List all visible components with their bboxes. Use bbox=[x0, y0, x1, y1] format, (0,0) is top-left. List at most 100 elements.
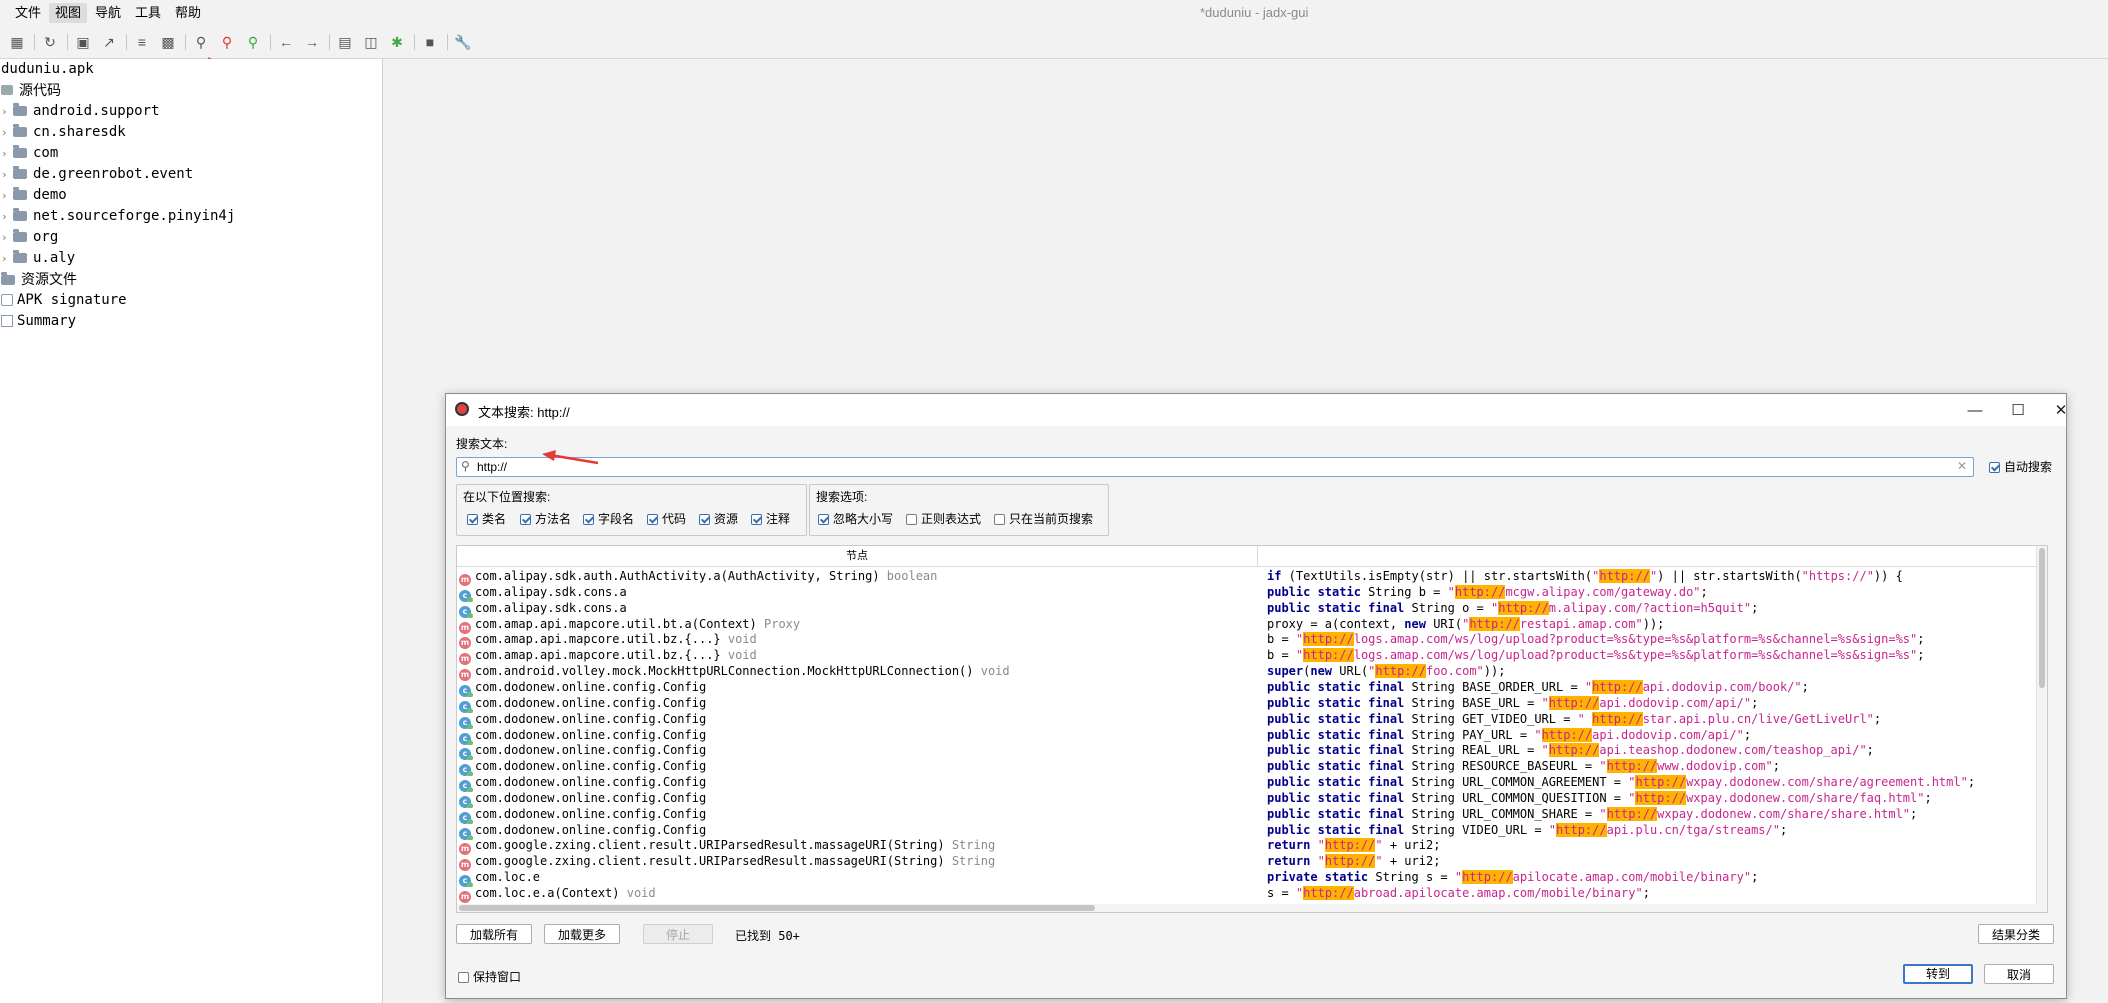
tree-resources-node[interactable]: 资源文件 bbox=[1, 269, 77, 289]
tree-item-label: u.aly bbox=[33, 250, 76, 266]
console-icon[interactable]: ■ bbox=[419, 32, 441, 52]
match-highlight: http:// bbox=[1498, 600, 1549, 615]
minimize-icon[interactable]: — bbox=[1958, 398, 1992, 422]
result-node-name: com.alipay.sdk.cons.a bbox=[475, 600, 627, 615]
stop-button[interactable]: 停止 bbox=[643, 924, 713, 944]
result-row[interactable]: c com.dodonew.online.config.Config public … bbox=[457, 695, 2037, 713]
option-code[interactable]: 代码 bbox=[647, 510, 686, 527]
group-results-button[interactable]: 结果分类 bbox=[1978, 924, 2054, 944]
auto-search-checkbox[interactable]: 自动搜索 bbox=[1989, 458, 2052, 475]
menu-view[interactable]: 视图 bbox=[49, 3, 88, 23]
tree-summary[interactable]: Summary bbox=[1, 311, 76, 331]
keep-window-checkbox[interactable]: 保持窗口 bbox=[458, 968, 521, 985]
deobfuscate-icon[interactable]: ▤ bbox=[334, 32, 356, 52]
result-row[interactable]: c com.loc.e private static String s = "htt… bbox=[457, 869, 2037, 888]
option-regex[interactable]: 正则表达式 bbox=[906, 510, 981, 527]
result-row[interactable]: c com.alipay.sdk.cons.a public static Stri… bbox=[457, 584, 2037, 602]
tree-apk-signature[interactable]: APK signature bbox=[1, 290, 127, 310]
tree-item-package[interactable]: › com bbox=[1, 143, 58, 163]
option-method-names[interactable]: 方法名 bbox=[520, 510, 571, 527]
result-row[interactable]: c com.dodonew.online.config.Config public … bbox=[457, 742, 2037, 761]
search-icon[interactable]: ⚲ bbox=[190, 32, 212, 52]
search-input[interactable] bbox=[477, 459, 1947, 475]
scrollbar-thumb[interactable] bbox=[2039, 548, 2045, 688]
load-all-button[interactable]: 加载所有 bbox=[456, 924, 532, 944]
column-header-node[interactable]: 节点 bbox=[457, 546, 1258, 566]
option-current-page-only[interactable]: 只在当前页搜索 bbox=[994, 510, 1093, 527]
match-highlight: http:// bbox=[1541, 727, 1593, 742]
match-highlight: http:// bbox=[1469, 616, 1520, 631]
menu-navigate[interactable]: 导航 bbox=[89, 3, 127, 23]
match-highlight: http:// bbox=[1635, 775, 1687, 790]
option-label: 类名 bbox=[482, 512, 507, 526]
tree-source-node[interactable]: 源代码 bbox=[1, 80, 61, 100]
result-row[interactable]: m com.google.zxing.client.result.URIParse… bbox=[457, 837, 2037, 856]
option-ignore-case[interactable]: 忽略大小写 bbox=[818, 510, 893, 527]
result-node-name: com.dodonew.online.config.Config bbox=[475, 727, 707, 742]
find-class-icon[interactable]: ⚲ bbox=[216, 32, 238, 52]
maximize-icon[interactable]: ☐ bbox=[2001, 398, 2035, 422]
folder-icon bbox=[13, 124, 27, 137]
result-row[interactable]: m com.android.volley.mock.MockHttpURLConn… bbox=[457, 663, 2037, 682]
code-token: public static bbox=[1267, 584, 1369, 599]
debug-icon[interactable]: ✱ bbox=[386, 32, 408, 52]
code-token: public static final bbox=[1267, 600, 1412, 615]
close-icon[interactable]: ✕ bbox=[2044, 398, 2078, 422]
tree-item-package[interactable]: › de.greenrobot.event bbox=[1, 164, 193, 184]
forward-icon[interactable]: → bbox=[301, 32, 323, 52]
save-icon[interactable]: ▣ bbox=[72, 32, 94, 52]
code-token: String b = bbox=[1368, 584, 1448, 599]
result-row[interactable]: c com.dodonew.online.config.Config public … bbox=[457, 806, 2037, 824]
export-icon[interactable]: ↗ bbox=[98, 32, 120, 52]
option-comments[interactable]: 注释 bbox=[751, 510, 790, 527]
result-row[interactable]: c com.dodonew.online.config.Config public … bbox=[457, 727, 2037, 745]
load-more-button[interactable]: 加载更多 bbox=[544, 924, 620, 944]
menu-tools[interactable]: 工具 bbox=[129, 3, 167, 23]
tree-item-package[interactable]: › cn.sharesdk bbox=[1, 122, 126, 142]
result-row[interactable]: c com.dodonew.online.config.Config public … bbox=[457, 790, 2037, 808]
tree-icon[interactable]: ▩ bbox=[157, 32, 179, 52]
tree-item-package[interactable]: › u.aly bbox=[1, 248, 75, 268]
result-row[interactable]: c com.dodonew.online.config.Config public … bbox=[457, 711, 2037, 729]
tree-root[interactable]: duduniu.apk bbox=[1, 59, 94, 79]
result-row[interactable]: m com.amap.api.mapcore.util.bz.{...} void… bbox=[457, 647, 2037, 666]
result-row[interactable]: c com.dodonew.online.config.Config public … bbox=[457, 774, 2037, 793]
result-row[interactable]: c com.dodonew.online.config.Config public … bbox=[457, 679, 2037, 697]
code-token: ; bbox=[1967, 775, 1976, 790]
column-header-code[interactable] bbox=[1258, 546, 2038, 566]
tree-item-package[interactable]: › net.sourceforge.pinyin4j bbox=[1, 206, 235, 226]
settings-icon[interactable]: 🔧 bbox=[452, 32, 474, 52]
result-row[interactable]: m com.amap.api.mapcore.util.bz.{...} void… bbox=[457, 631, 2037, 650]
horizontal-scrollbar[interactable] bbox=[457, 904, 2037, 912]
log-icon[interactable]: ◫ bbox=[360, 32, 382, 52]
match-highlight: http:// bbox=[1606, 759, 1658, 774]
back-icon[interactable]: ← bbox=[275, 32, 297, 52]
result-row[interactable]: m com.alipay.sdk.auth.AuthActivity.a(Auth… bbox=[457, 568, 2037, 586]
tree-item-label: cn.sharesdk bbox=[33, 124, 126, 140]
result-row[interactable]: c com.dodonew.online.config.Config public … bbox=[457, 822, 2037, 840]
sync-icon[interactable]: ≡ bbox=[131, 32, 153, 52]
result-row[interactable]: m com.loc.e.a(Context) void s = "http://ab… bbox=[457, 885, 2037, 903]
tree-item-package[interactable]: › demo bbox=[1, 185, 67, 205]
cancel-button[interactable]: 取消 bbox=[1984, 964, 2054, 984]
open-icon[interactable]: ▦ bbox=[6, 32, 28, 52]
tree-item-package[interactable]: › org bbox=[1, 227, 58, 247]
option-class-names[interactable]: 类名 bbox=[467, 510, 506, 527]
scrollbar-thumb[interactable] bbox=[459, 905, 1095, 911]
result-row[interactable]: m com.google.zxing.client.result.URIParse… bbox=[457, 853, 2037, 872]
tree-item-package[interactable]: › android.support bbox=[1, 101, 159, 121]
result-row[interactable]: c com.dodonew.online.config.Config public … bbox=[457, 758, 2037, 777]
menu-file[interactable]: 文件 bbox=[9, 3, 47, 23]
clear-icon[interactable]: ✕ bbox=[1957, 459, 1967, 473]
option-field-names[interactable]: 字段名 bbox=[583, 510, 634, 527]
reload-icon[interactable]: ↻ bbox=[39, 32, 61, 52]
vertical-scrollbar[interactable] bbox=[2036, 546, 2047, 912]
result-row[interactable]: m com.amap.api.mapcore.util.bt.a(Context)… bbox=[457, 616, 2037, 634]
result-return-type: void bbox=[720, 632, 757, 647]
option-resources[interactable]: 资源 bbox=[699, 510, 738, 527]
result-row[interactable]: c com.alipay.sdk.cons.a public static fina… bbox=[457, 600, 2037, 618]
find-usage-icon[interactable]: ⚲ bbox=[242, 32, 264, 52]
menu-help[interactable]: 帮助 bbox=[169, 3, 207, 23]
goto-button[interactable]: 转到 bbox=[1903, 964, 1973, 984]
search-app-icon bbox=[455, 402, 469, 416]
